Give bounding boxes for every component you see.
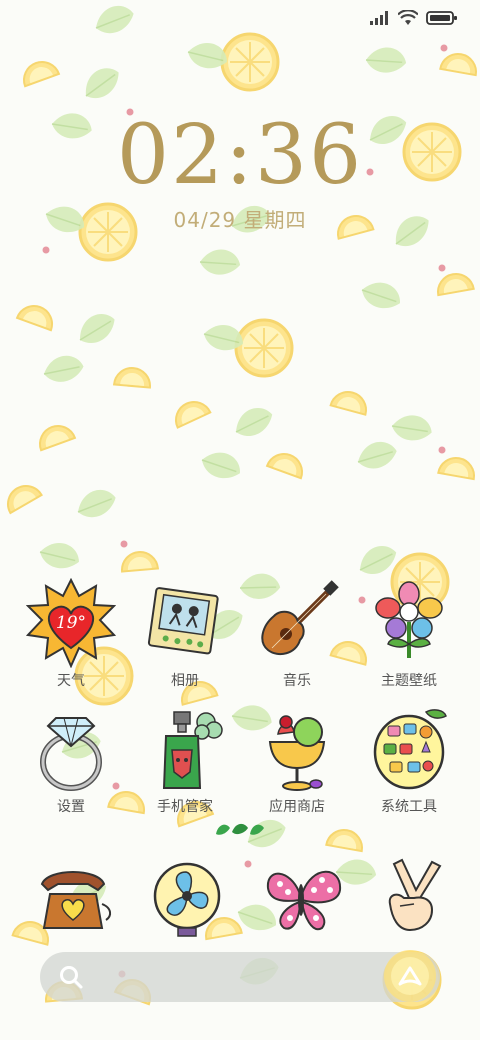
butterfly-icon xyxy=(266,870,342,931)
fan-icon xyxy=(153,862,221,937)
victory-hand-icon xyxy=(388,858,442,932)
flower-icon xyxy=(375,581,443,658)
app-label: 手机管家 xyxy=(157,799,213,815)
app-music[interactable]: 音乐 xyxy=(242,578,352,690)
app-label: 相册 xyxy=(171,673,199,689)
page-indicator xyxy=(214,820,266,838)
app-system-tools[interactable]: 系统工具 xyxy=(354,704,464,816)
app-label: 主题壁纸 xyxy=(381,673,437,689)
toolbox-plate-icon xyxy=(373,709,447,790)
wifi-icon xyxy=(398,10,418,25)
app-phone-manager[interactable]: 手机管家 xyxy=(130,704,240,816)
ice-cream-icon xyxy=(268,715,326,791)
app-gallery[interactable]: 相册 xyxy=(130,578,240,690)
app-label: 设置 xyxy=(57,799,85,815)
app-label: 天气 xyxy=(57,673,85,689)
lockscreen-date: 04/29 星期四 xyxy=(173,208,307,232)
app-label: 应用商店 xyxy=(269,799,325,815)
app-label: 音乐 xyxy=(283,673,311,689)
weather-sun-icon: 19° xyxy=(26,578,116,668)
diamond-ring-icon xyxy=(40,717,102,791)
battery-icon xyxy=(426,11,457,25)
weather-temp: 19° xyxy=(56,613,86,633)
search-bar[interactable] xyxy=(40,950,440,1002)
app-settings[interactable]: 设置 xyxy=(16,704,126,816)
app-store[interactable]: 应用商店 xyxy=(242,704,352,816)
photo-album-icon xyxy=(147,587,219,655)
lockscreen-clock: 02:36 xyxy=(116,108,364,203)
app-weather[interactable]: 19° 天气 xyxy=(16,578,126,690)
guitar-icon xyxy=(261,580,339,656)
signal-bars-icon xyxy=(370,11,388,25)
app-themes[interactable]: 主题壁纸 xyxy=(354,578,464,690)
dock-phone[interactable] xyxy=(28,854,118,944)
search-icon xyxy=(60,966,83,989)
perfume-bottle-icon xyxy=(162,711,223,789)
status-bar xyxy=(370,6,458,30)
app-label: 系统工具 xyxy=(381,799,437,815)
dock-butterfly[interactable] xyxy=(256,854,346,944)
dock-fan[interactable] xyxy=(142,854,232,944)
dock-victory[interactable] xyxy=(370,854,460,944)
telephone-icon xyxy=(40,871,112,929)
assistant-icon[interactable] xyxy=(380,946,440,1006)
